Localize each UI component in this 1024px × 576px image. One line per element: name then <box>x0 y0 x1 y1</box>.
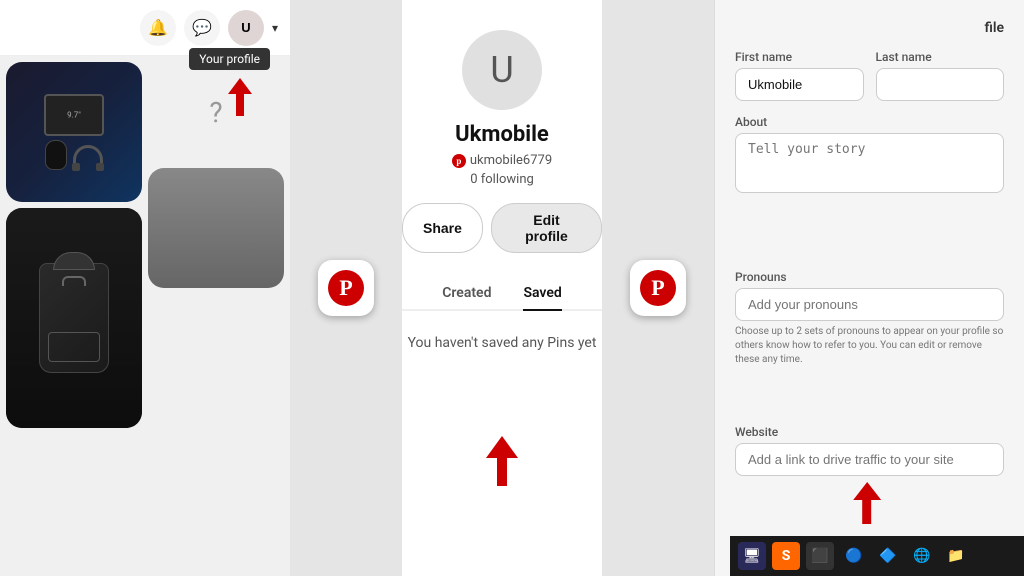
pinterest-mini-icon: p <box>452 154 466 168</box>
profile-tooltip: Your profile <box>189 48 270 70</box>
pinterest-badge-left[interactable]: P <box>318 260 374 316</box>
taskbar-icon-edge[interactable]: 🔷 <box>874 542 902 570</box>
profile-action-buttons: Share Edit profile <box>402 203 602 253</box>
taskbar-icon-1[interactable]: 🖥 <box>738 542 766 570</box>
tooltip-arrow <box>228 78 252 116</box>
red-bar-group-right: P <box>602 0 714 576</box>
pinterest-logo-left: P <box>328 270 364 306</box>
pronouns-hint: Choose up to 2 sets of pronouns to appea… <box>735 325 1004 367</box>
edit-profile-button[interactable]: Edit profile <box>491 203 602 253</box>
about-group: About <box>735 115 1004 256</box>
arrow-shaft <box>497 458 507 486</box>
website-arrow-head <box>853 482 881 500</box>
about-textarea[interactable] <box>735 133 1004 193</box>
right-panel: file First name Last name About Pronouns… <box>714 0 1024 576</box>
pinterest-badge-right[interactable]: P <box>630 260 686 316</box>
profile-tabs: Created Saved <box>402 277 602 311</box>
pronouns-label: Pronouns <box>735 270 1004 284</box>
taskbar-icon-6[interactable]: 📁 <box>942 542 970 570</box>
tab-saved[interactable]: Saved <box>523 277 561 311</box>
person-pin[interactable] <box>148 168 284 288</box>
no-pins-message: You haven't saved any Pins yet <box>408 335 597 351</box>
first-name-label: First name <box>735 50 864 64</box>
electronics-pin[interactable] <box>6 62 142 202</box>
arrow-head-icon <box>486 436 518 458</box>
taskbar-icon-5[interactable]: 🌐 <box>908 542 936 570</box>
edit-profile-arrow <box>486 436 518 486</box>
user-avatar-button[interactable]: U <box>228 10 264 46</box>
question-mark-icon: ? <box>209 96 222 129</box>
red-bar-group-left: P <box>290 0 402 576</box>
taskbar-icon-2[interactable]: S <box>772 542 800 570</box>
pin-column-left <box>6 62 142 570</box>
profile-handle: p ukmobile6779 <box>452 153 552 168</box>
about-label: About <box>735 115 1004 129</box>
pin-column-right: ? <box>148 62 284 570</box>
first-name-group: First name <box>735 50 864 101</box>
profile-name: Ukmobile <box>455 122 549 147</box>
last-name-label: Last name <box>876 50 1005 64</box>
tab-created[interactable]: Created <box>442 277 491 311</box>
messages-button[interactable]: 💬 <box>184 10 220 46</box>
profile-avatar: U <box>462 30 542 110</box>
name-row: First name Last name <box>735 50 1004 101</box>
website-label: Website <box>735 425 1004 439</box>
backpack-pin[interactable] <box>6 208 142 428</box>
taskbar-icon-chrome[interactable]: 🔵 <box>840 542 868 570</box>
website-arrow-shaft <box>862 500 871 524</box>
notifications-button[interactable]: 🔔 <box>140 10 176 46</box>
last-name-input[interactable] <box>876 68 1005 101</box>
pronouns-group: Pronouns Choose up to 2 sets of pronouns… <box>735 270 1004 411</box>
following-count: 0 following <box>470 172 534 187</box>
website-input[interactable] <box>735 443 1004 476</box>
first-name-input[interactable] <box>735 68 864 101</box>
taskbar: 🖥 S ⬛ 🔵 🔷 🌐 📁 <box>730 536 1024 576</box>
middle-panel: U Ukmobile p ukmobile6779 0 following Sh… <box>402 0 602 576</box>
pins-area: ? <box>0 56 290 576</box>
pinterest-logo-right: P <box>640 270 676 306</box>
question-pin[interactable]: ? <box>148 62 284 162</box>
chevron-down-icon: ▾ <box>272 21 278 35</box>
pronouns-input[interactable] <box>735 288 1004 321</box>
website-arrow <box>853 482 881 524</box>
share-button[interactable]: Share <box>402 203 483 253</box>
last-name-group: Last name <box>876 50 1005 101</box>
left-panel: 🔔 💬 U ▾ Your profile <box>0 0 290 576</box>
panel-title: file <box>735 20 1004 36</box>
taskbar-icon-3[interactable]: ⬛ <box>806 542 834 570</box>
